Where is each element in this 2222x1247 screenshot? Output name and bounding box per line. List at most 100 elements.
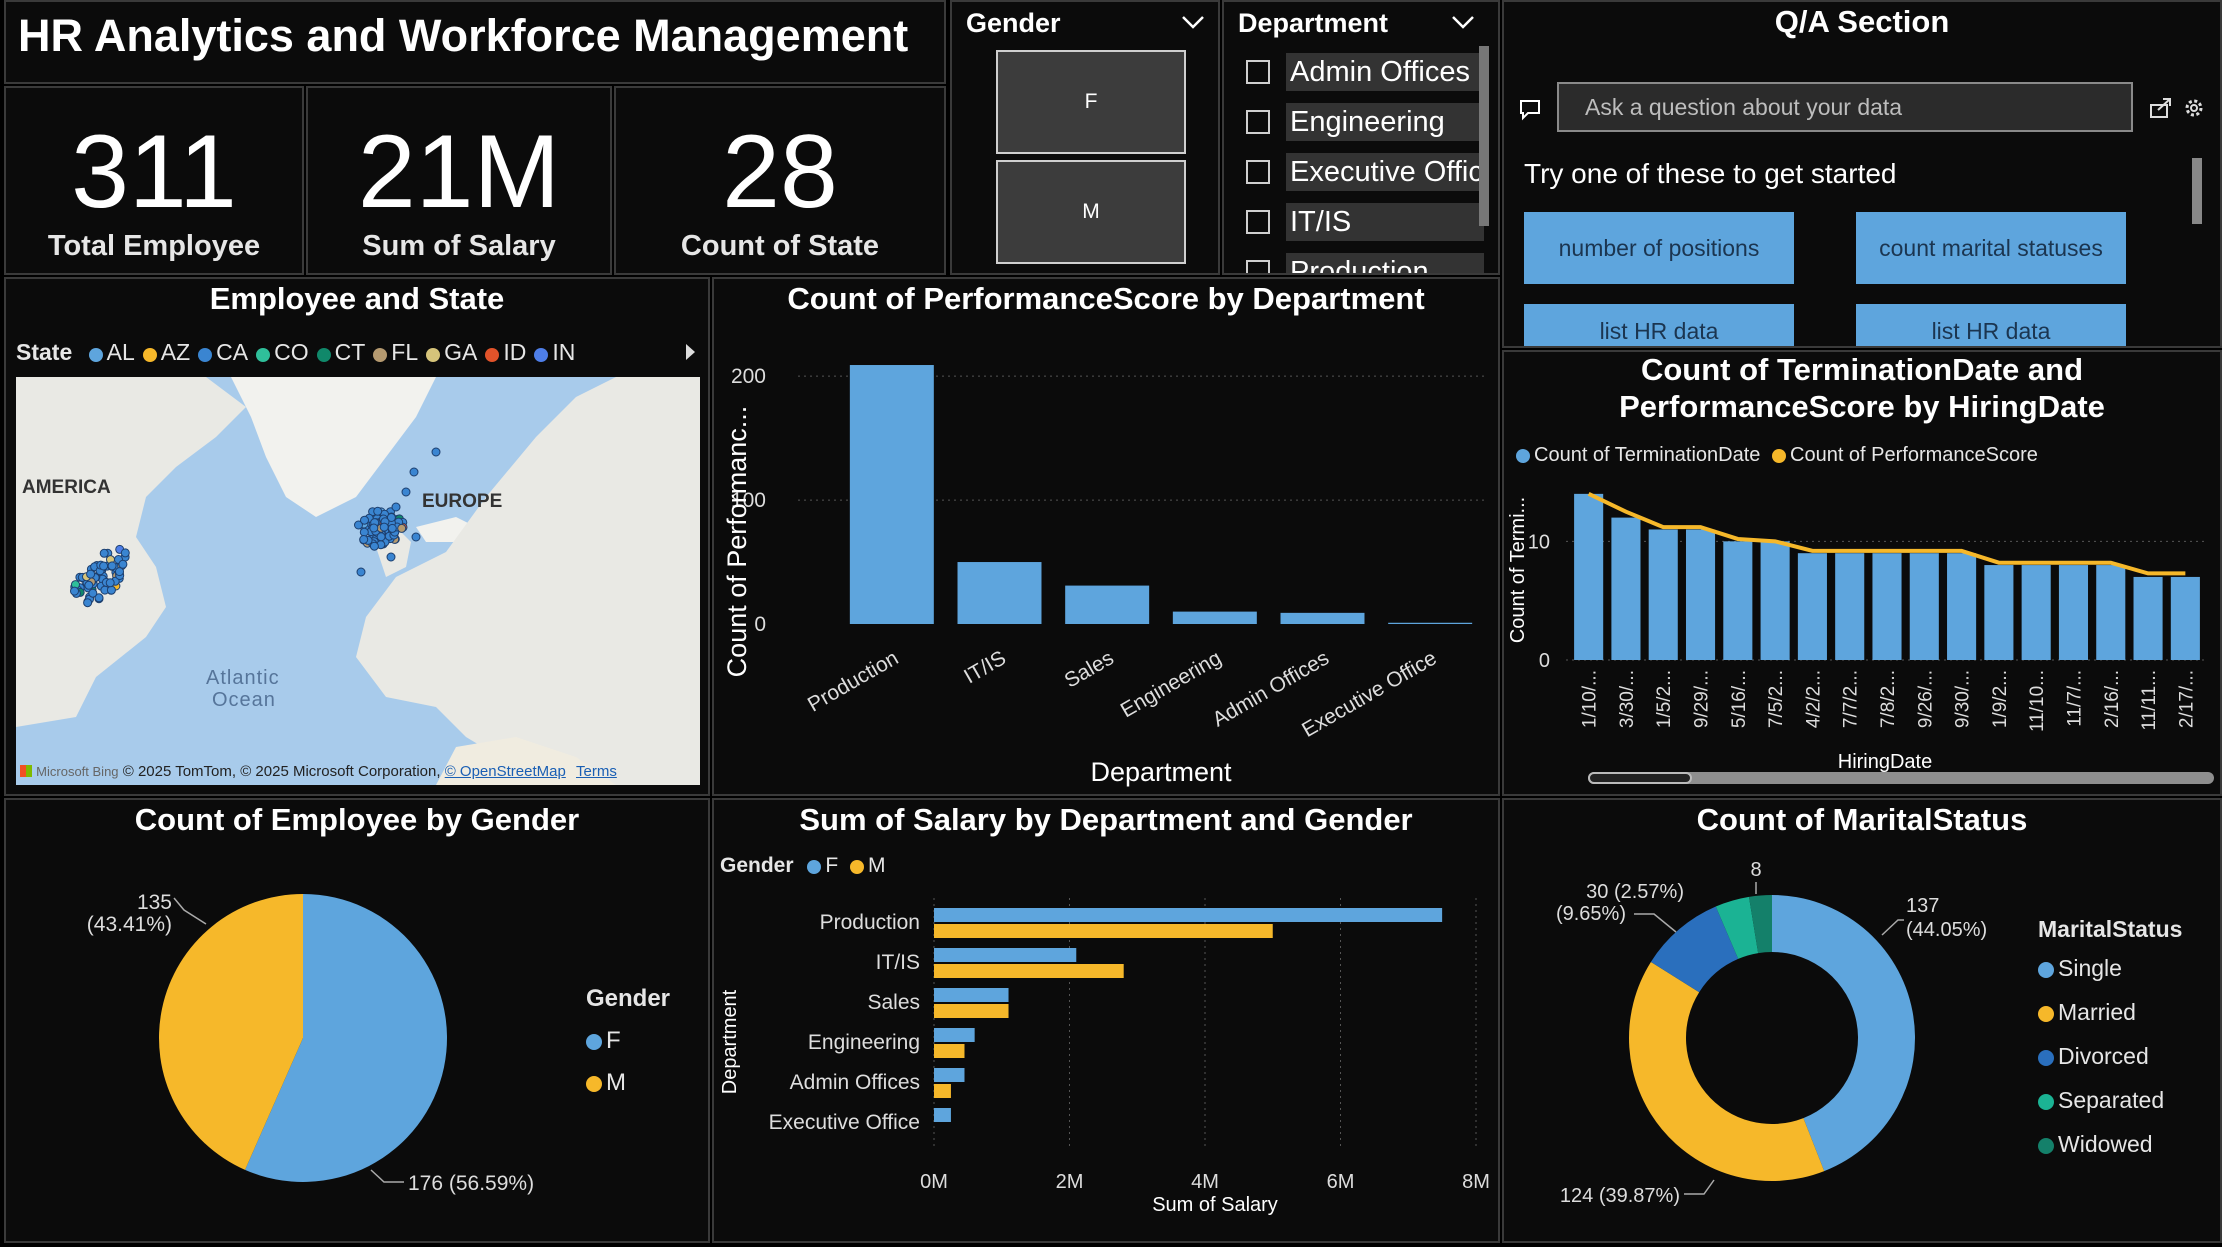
- map-point: [411, 532, 421, 542]
- bar: [1648, 529, 1678, 660]
- qa-suggestion-button[interactable]: number of positions: [1524, 212, 1794, 284]
- bar: [1909, 553, 1939, 660]
- salary-chart: 0M 2M 4M 6M 8M Production IT/IS Sales Engineerin…: [719, 898, 1490, 1216]
- gender-option-f[interactable]: F: [996, 50, 1186, 154]
- x-tick-label: 0M: [920, 1171, 948, 1193]
- terms-link[interactable]: Terms: [576, 763, 617, 780]
- legend-item: Divorced: [2038, 1034, 2182, 1078]
- map-point: [359, 527, 369, 537]
- map-point: [387, 523, 397, 533]
- y-tick-label: 0: [754, 613, 766, 636]
- gender-pie-panel: Count of Employee by Gender 176 (56.59%)…: [4, 798, 710, 1243]
- bar: [1388, 622, 1473, 624]
- qa-suggestion-button[interactable]: list HR data: [1856, 304, 2126, 346]
- perf-by-dept-chart: 0100200Production IT/IS Sales EngineeringAd…: [722, 365, 1484, 787]
- department-slicer: Department Admin Offices Engineering Exe…: [1222, 0, 1500, 275]
- checkbox[interactable]: [1246, 160, 1270, 184]
- gear-icon[interactable]: [2182, 96, 2206, 120]
- kpi-label: Count of State: [680, 230, 880, 262]
- bar: [1760, 541, 1790, 660]
- bar: [1797, 553, 1827, 660]
- map-title: Employee and State: [209, 281, 505, 316]
- x-tick-label: 1/10/...: [1580, 670, 1601, 728]
- checkbox[interactable]: [1246, 260, 1270, 273]
- leader-line: [173, 897, 207, 925]
- bar: [934, 1044, 965, 1058]
- y-tick-label: 200: [731, 365, 766, 388]
- y-tick-label: Admin Offices: [790, 1071, 920, 1094]
- department-option-label: IT/IS: [1286, 203, 1484, 241]
- bar: [1574, 493, 1604, 660]
- map-area[interactable]: AMERICA EUROPE Atlantic Ocean Microsoft …: [16, 377, 700, 785]
- chevron-down-icon[interactable]: [1450, 12, 1476, 32]
- horizontal-scrollbar[interactable]: [1588, 772, 2214, 784]
- map-points: [70, 447, 441, 608]
- legend-item: Married: [2038, 990, 2182, 1034]
- perf-by-dept-panel: Count of PerformanceScore by Department …: [712, 277, 1500, 796]
- bar: [1280, 612, 1365, 624]
- department-option[interactable]: Admin Offices: [1246, 53, 1484, 91]
- x-tick-label: 6M: [1327, 1171, 1355, 1193]
- legend-label-in: IN: [552, 339, 576, 365]
- x-tick-label: 9/26/...: [1915, 670, 1936, 728]
- department-option[interactable]: Production: [1246, 253, 1484, 273]
- donut-legend: MaritalStatus Single Married Divorced Separ…: [2038, 912, 2182, 1166]
- x-tick-label: Sales: [1061, 646, 1118, 692]
- x-tick-label: 11/10...: [2027, 670, 2048, 732]
- qa-suggestion-button[interactable]: list HR data: [1524, 304, 1794, 346]
- x-tick-label: 2M: [1056, 1171, 1084, 1193]
- map-point: [391, 502, 401, 512]
- kpi-value: 21M: [357, 114, 561, 230]
- osm-link[interactable]: © OpenStreetMap: [445, 763, 566, 780]
- bar: [1065, 585, 1150, 624]
- x-tick-label: 9/30/...: [1953, 670, 1974, 728]
- map-point: [99, 548, 109, 558]
- map-point: [88, 588, 98, 598]
- x-tick-label: 7/8/2...: [1878, 670, 1899, 728]
- bar: [1723, 541, 1753, 660]
- x-axis-title: Department: [1090, 757, 1232, 787]
- map-legend: State AL AZ CA CO CT FL GA ID IN: [16, 339, 583, 366]
- qa-input[interactable]: Ask a question about your data: [1557, 82, 2133, 132]
- chevron-right-icon[interactable]: [682, 341, 698, 363]
- legend-label: Divorced: [2058, 1043, 2149, 1069]
- chat-icon: [1520, 100, 1540, 121]
- qa-suggestion-button[interactable]: count marital statuses: [1856, 212, 2126, 284]
- x-tick-label: 1/9/2...: [1990, 670, 2011, 728]
- legend-label: Single: [2058, 955, 2122, 981]
- department-option[interactable]: Engineering: [1246, 103, 1484, 141]
- qa-prompt: Try one of these to get started: [1524, 158, 1897, 189]
- bar: [1984, 565, 2014, 660]
- leader-line: [1634, 913, 1677, 933]
- map-point: [369, 541, 379, 551]
- legend-label: M: [606, 1069, 626, 1096]
- data-label: 135: [137, 891, 172, 914]
- scrollbar-thumb[interactable]: [1588, 772, 1692, 784]
- y-axis-title: Count of Termi...: [1507, 497, 1529, 643]
- chevron-down-icon[interactable]: [1180, 12, 1206, 32]
- legend-item: Single: [2038, 946, 2182, 990]
- checkbox[interactable]: [1246, 60, 1270, 84]
- department-option[interactable]: Executive Office: [1246, 153, 1484, 191]
- scrollbar[interactable]: [2192, 158, 2202, 224]
- legend-label-fl: FL: [391, 339, 419, 365]
- gender-option-m[interactable]: M: [996, 160, 1186, 264]
- legend-dot: [316, 348, 331, 362]
- y-tick-label: IT/IS: [876, 951, 920, 974]
- bar: [934, 1108, 951, 1122]
- bar: [934, 908, 1443, 922]
- checkbox[interactable]: [1246, 110, 1270, 134]
- y-tick-label: Engineering: [808, 1031, 920, 1054]
- share-icon[interactable]: [2148, 96, 2174, 120]
- map-attribution: Microsoft Bing © 2025 TomTom, © 2025 Mic…: [20, 763, 617, 780]
- checkbox[interactable]: [1246, 210, 1270, 234]
- department-option[interactable]: IT/IS: [1246, 203, 1484, 241]
- legend-label-id: ID: [503, 339, 527, 365]
- scrollbar[interactable]: [1479, 46, 1489, 226]
- pie-legend: Gender F M: [586, 978, 670, 1104]
- legend-item: Widowed: [2038, 1122, 2182, 1166]
- legend-label-ca: CA: [216, 339, 249, 365]
- qa-title: Q/A Section: [1774, 4, 1950, 39]
- legend-label-al: AL: [106, 339, 135, 365]
- bar: [1947, 553, 1977, 660]
